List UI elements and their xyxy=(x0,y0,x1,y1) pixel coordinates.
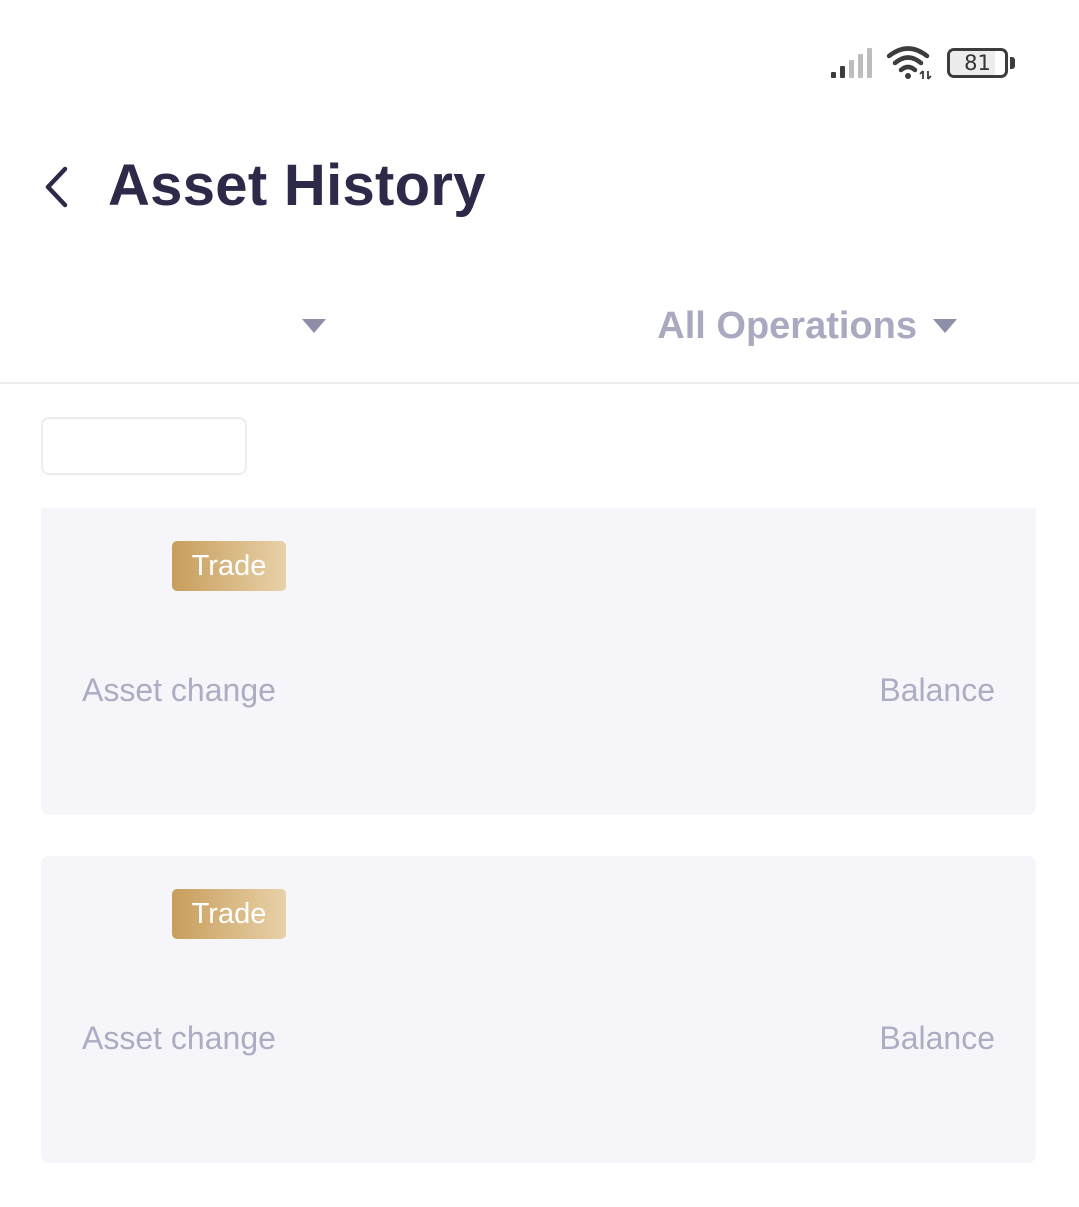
record-type-badge: Trade xyxy=(172,541,286,591)
coin-filter-dropdown[interactable] xyxy=(250,296,360,356)
battery-icon: 81 xyxy=(947,48,1015,78)
asset-change-label: Asset change xyxy=(82,1020,276,1056)
balance-label: Balance xyxy=(879,1020,995,1056)
battery-level-text: 81 xyxy=(964,51,991,75)
caret-down-icon xyxy=(302,319,326,333)
battery-cap xyxy=(1010,57,1015,69)
operations-filter-dropdown[interactable]: All Operations xyxy=(657,296,957,356)
wifi-icon xyxy=(887,46,932,80)
record-type-badge: Trade xyxy=(172,889,286,939)
date-filter-chip[interactable] xyxy=(41,417,247,475)
asset-change-label: Asset change xyxy=(82,672,276,708)
status-bar: 81 xyxy=(831,40,1015,86)
battery-body: 81 xyxy=(947,48,1009,78)
balance-label: Balance xyxy=(879,672,995,708)
asset-history-screen: 81 Asset History All Operations Trade As… xyxy=(0,0,1079,1207)
chevron-left-icon xyxy=(45,166,68,208)
operations-filter-label: All Operations xyxy=(657,305,917,347)
back-button[interactable] xyxy=(30,154,82,220)
signal-bars-icon xyxy=(831,48,872,78)
filter-bar: All Operations xyxy=(0,282,1079,384)
history-record[interactable]: Trade Asset change Balance xyxy=(41,508,1036,815)
history-record[interactable]: Trade Asset change Balance xyxy=(41,856,1036,1163)
caret-down-icon xyxy=(933,319,957,333)
page-title: Asset History xyxy=(108,153,486,218)
